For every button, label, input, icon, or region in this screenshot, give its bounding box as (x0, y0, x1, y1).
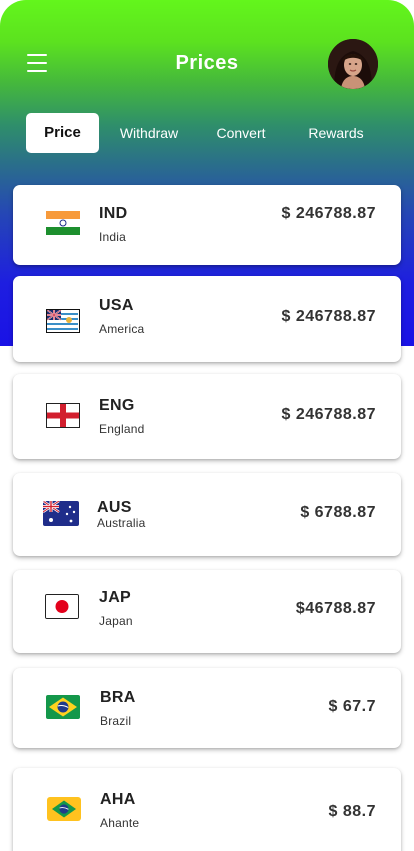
country-name: England (99, 422, 145, 436)
avatar-image (328, 39, 378, 89)
brazil-flag-icon (47, 797, 81, 821)
currency-card-jap[interactable]: JAP Japan $46788.87 (13, 570, 401, 653)
country-name: Japan (99, 614, 133, 628)
england-flag-icon (46, 403, 80, 428)
usa-flag-icon (46, 309, 80, 333)
price-value: $ 246788.87 (281, 406, 376, 423)
price-value: $ 67.7 (328, 698, 376, 715)
japan-flag-icon (45, 594, 79, 619)
brazil-flag-icon (46, 695, 80, 719)
price-value: $ 246788.87 (281, 308, 376, 325)
currency-code: AUS (97, 499, 132, 516)
country-name: Australia (97, 516, 146, 530)
currency-code: BRA (100, 689, 136, 706)
currency-code: ENG (99, 397, 135, 414)
currency-card-aus[interactable]: AUS Australia $ 6788.87 (13, 473, 401, 556)
country-name: Ahante (100, 816, 140, 830)
tab-rewards[interactable]: Rewards (298, 113, 374, 153)
currency-card-usa[interactable]: USA America $ 246788.87 (13, 276, 401, 362)
currency-card-ind[interactable]: IND India $ 246788.87 (13, 185, 401, 265)
currency-code: IND (99, 205, 128, 222)
country-name: India (99, 230, 127, 244)
price-value: $ 246788.87 (281, 205, 376, 222)
australia-flag-icon (43, 501, 79, 526)
tab-bar: Price Withdraw Convert Rewards (26, 113, 396, 153)
country-name: Brazil (100, 714, 132, 728)
currency-code: USA (99, 297, 134, 314)
price-value: $46788.87 (295, 600, 376, 617)
currency-card-aha[interactable]: AHA Ahante $ 88.7 (13, 768, 401, 851)
tab-convert[interactable]: Convert (206, 113, 276, 153)
currency-code: AHA (100, 791, 136, 808)
currency-card-bra[interactable]: BRA Brazil $ 67.7 (13, 668, 401, 748)
user-avatar[interactable] (328, 39, 378, 89)
tab-withdraw[interactable]: Withdraw (109, 113, 189, 153)
price-value: $ 88.7 (328, 803, 376, 820)
currency-code: JAP (99, 589, 132, 606)
tab-price[interactable]: Price (26, 113, 99, 153)
india-flag-icon (46, 211, 80, 235)
price-value: $ 6788.87 (300, 504, 376, 521)
country-name: America (99, 322, 145, 336)
currency-card-eng[interactable]: ENG England $ 246788.87 (13, 374, 401, 459)
